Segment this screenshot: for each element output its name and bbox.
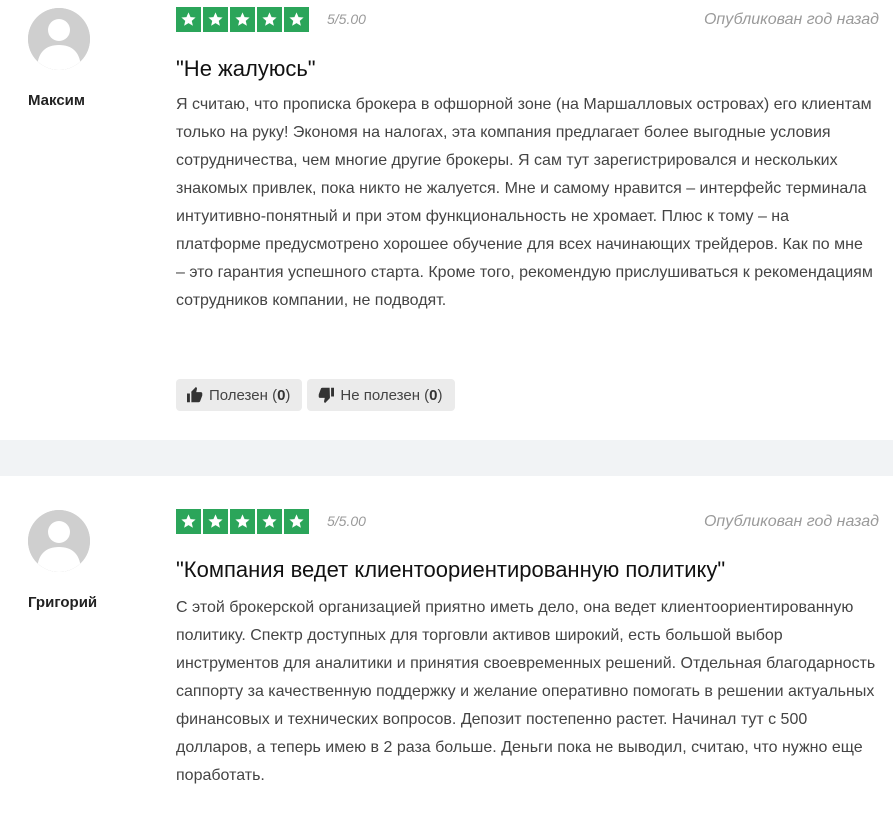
review-text: Я считаю, что прописка брокера в офшорно… [176,96,873,309]
not-helpful-button[interactable]: Не полезен (0) [307,379,455,411]
thumb-up-icon [187,387,203,403]
star-icon [176,509,201,534]
star-icon [176,7,201,32]
review-text: С этой брокерской организацией приятно и… [176,599,876,784]
star-icon [284,7,309,32]
not-helpful-count: 0 [429,386,438,404]
rating-stars [176,7,309,32]
star-icon [230,509,255,534]
review-title: "Компания ведет клиентоориентированную п… [176,557,726,582]
not-helpful-label: Не полезен [340,386,420,404]
published-date: Опубликован год назад [703,11,879,28]
rating-score: 5/5.00 [327,513,366,529]
review-author: Максим [28,92,85,109]
avatar [28,510,90,572]
star-icon [257,509,282,534]
review-card: Максим 5/5.00 Опубликован год назад "Не … [0,0,893,440]
review-card: Григорий 5/5.00 Опубликован год назад "К… [0,476,893,824]
review-separator [0,440,893,476]
rating-stars [176,509,309,534]
star-icon [203,509,228,534]
review-title: "Не жалуюсь" [176,56,316,81]
helpful-count: 0 [277,386,286,404]
rating-score: 5/5.00 [327,11,366,27]
user-silhouette-icon [28,510,90,572]
review-author: Григорий [28,594,98,611]
helpful-label: Полезен [209,386,268,404]
thumb-down-icon [319,387,335,403]
user-silhouette-icon [28,8,90,70]
star-icon [203,7,228,32]
star-icon [257,7,282,32]
published-date: Опубликован год назад [703,513,879,530]
vote-buttons: Полезен (0) Не полезен (0) [176,379,455,411]
star-icon [284,509,309,534]
avatar [28,8,90,70]
star-icon [230,7,255,32]
helpful-button[interactable]: Полезен (0) [176,379,303,411]
